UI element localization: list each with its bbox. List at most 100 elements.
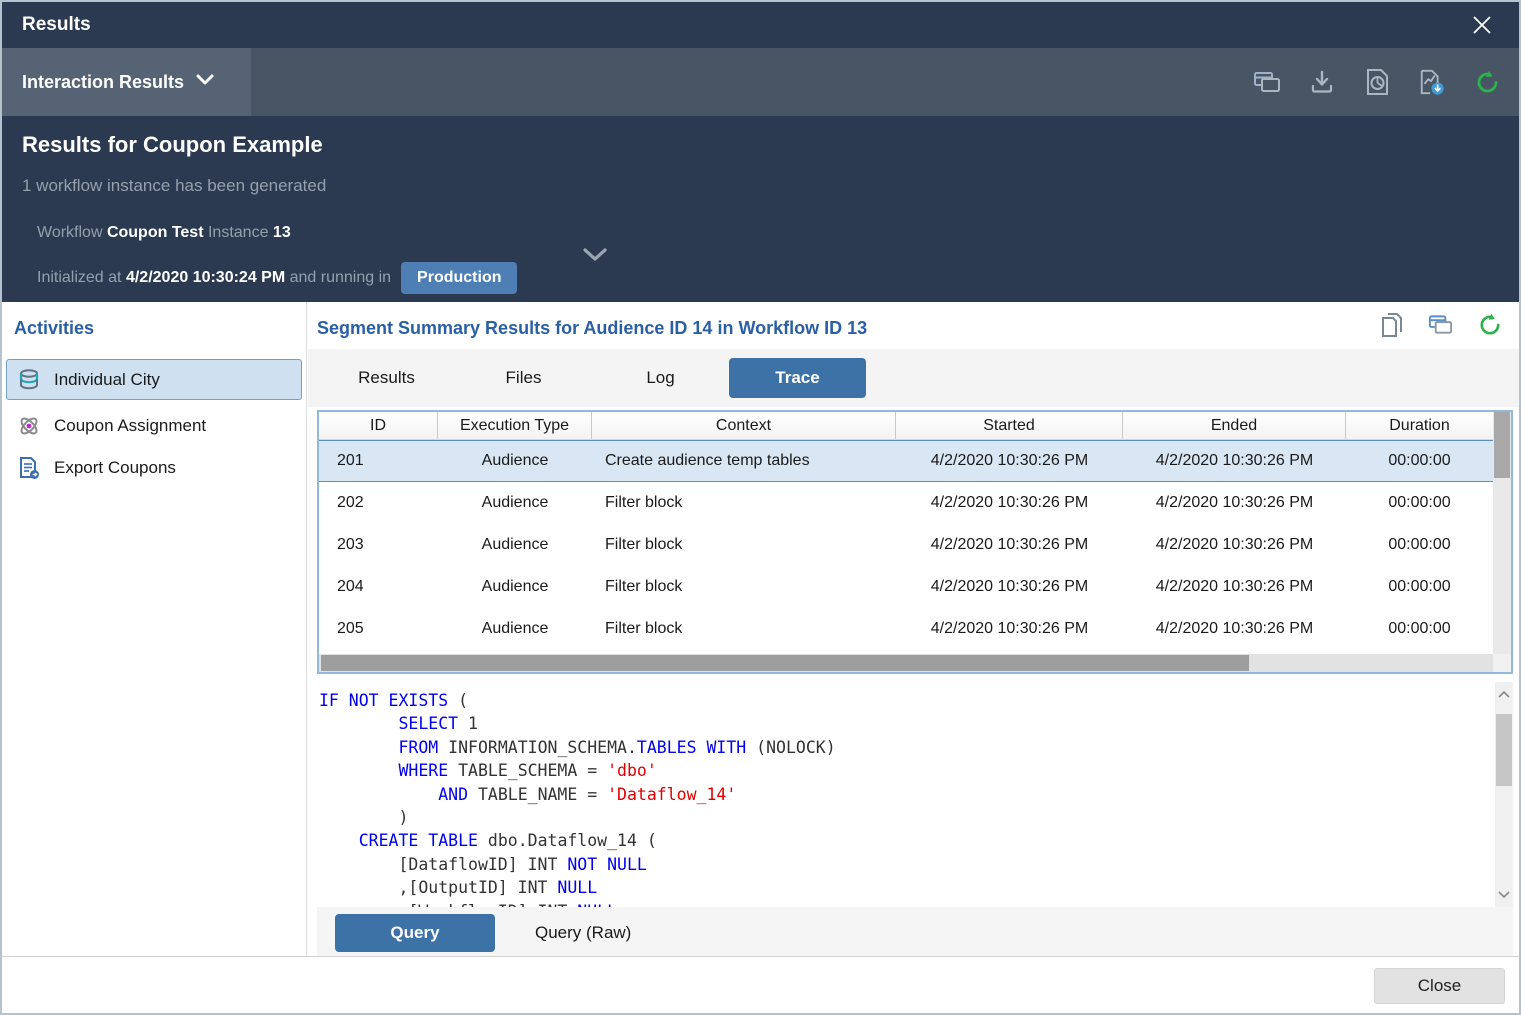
cell-duration: 00:00:00 bbox=[1346, 608, 1493, 650]
table-row[interactable]: 203AudienceFilter block4/2/2020 10:30:26… bbox=[319, 524, 1493, 566]
refresh-icon[interactable] bbox=[1477, 312, 1503, 338]
sidebar-item-coupon-assignment[interactable]: Coupon Assignment bbox=[6, 405, 302, 446]
panel-icon-group bbox=[1379, 312, 1503, 338]
scrollbar-thumb[interactable] bbox=[1496, 714, 1512, 786]
running-label: and running in bbox=[290, 269, 391, 287]
column-header[interactable]: Ended bbox=[1123, 412, 1346, 439]
column-header[interactable]: Execution Type bbox=[438, 412, 592, 439]
sql-line: [DataflowID] INT NOT NULL bbox=[319, 853, 1495, 876]
segment-summary-title: Segment Summary Results for Audience ID … bbox=[317, 318, 867, 339]
dialog-body: Activities Individual City Coupon Assign… bbox=[2, 302, 1519, 956]
result-tabs: ResultsFilesLogTrace bbox=[308, 349, 1519, 407]
report-document-icon[interactable] bbox=[1363, 68, 1391, 96]
cascade-windows-icon[interactable] bbox=[1428, 312, 1454, 338]
cell-started: 4/2/2020 10:30:26 PM bbox=[896, 608, 1123, 650]
query-tabs: Query Query (Raw) bbox=[317, 907, 1513, 959]
cell-ended: 4/2/2020 10:30:26 PM bbox=[1123, 524, 1346, 566]
cell-execution_type: Audience bbox=[438, 608, 592, 650]
cell-id: 201 bbox=[319, 441, 438, 481]
tab-log[interactable]: Log bbox=[592, 368, 729, 388]
download-icon[interactable] bbox=[1308, 68, 1336, 96]
scrollbar-thumb[interactable] bbox=[321, 655, 1249, 671]
column-header[interactable]: ID bbox=[319, 412, 438, 439]
tab-results[interactable]: Results bbox=[318, 368, 455, 388]
close-button[interactable]: Close bbox=[1374, 968, 1505, 1004]
cascade-windows-icon[interactable] bbox=[1253, 68, 1281, 96]
sidebar-item-export-coupons[interactable]: Export Coupons bbox=[6, 447, 302, 488]
code-vertical-scrollbar[interactable] bbox=[1495, 682, 1513, 907]
scrollbar-corner bbox=[1493, 654, 1511, 672]
results-subtitle: 1 workflow instance has been generated bbox=[22, 176, 326, 196]
cell-execution_type: Audience bbox=[438, 441, 592, 481]
cell-id: 202 bbox=[319, 482, 438, 524]
sql-line: WHERE TABLE_SCHEMA = 'dbo' bbox=[319, 759, 1495, 782]
cell-execution_type: Audience bbox=[438, 524, 592, 566]
activities-sidebar: Activities Individual City Coupon Assign… bbox=[2, 302, 307, 956]
toolbar-icon-group bbox=[1253, 48, 1501, 116]
tab-query[interactable]: Query bbox=[335, 914, 495, 952]
table-row[interactable]: 202AudienceFilter block4/2/2020 10:30:26… bbox=[319, 482, 1493, 524]
dialog-footer: Close bbox=[2, 956, 1519, 1013]
cell-context: Filter block bbox=[592, 566, 896, 608]
sql-line: FROM INFORMATION_SCHEMA.TABLES WITH (NOL… bbox=[319, 736, 1495, 759]
cell-context: Filter block bbox=[592, 482, 896, 524]
activities-title: Activities bbox=[14, 318, 94, 339]
workflow-line: Workflow Coupon Test Instance 13 bbox=[37, 224, 291, 242]
tab-query-raw[interactable]: Query (Raw) bbox=[515, 923, 651, 943]
workflow-name: Coupon Test bbox=[107, 224, 204, 241]
table-row[interactable]: 201AudienceCreate audience temp tables4/… bbox=[319, 440, 1493, 482]
table-row[interactable]: 205AudienceFilter block4/2/2020 10:30:26… bbox=[319, 608, 1493, 650]
tab-trace[interactable]: Trace bbox=[729, 358, 866, 398]
sidebar-item-individual-city[interactable]: Individual City bbox=[6, 359, 302, 400]
results-title: Results for Coupon Example bbox=[22, 132, 323, 158]
instance-label: Instance bbox=[208, 224, 268, 241]
scrollbar-thumb[interactable] bbox=[1494, 412, 1510, 478]
cell-context: Create audience temp tables bbox=[592, 441, 896, 481]
instance-value: 13 bbox=[273, 224, 291, 241]
copy-icon[interactable] bbox=[1379, 312, 1405, 338]
sidebar-item-label: Export Coupons bbox=[54, 458, 176, 478]
cell-id: 205 bbox=[319, 608, 438, 650]
sql-line: ) bbox=[319, 806, 1495, 829]
document-download-icon[interactable] bbox=[1418, 68, 1446, 96]
sql-line: SELECT 1 bbox=[319, 712, 1495, 735]
cell-context: Filter block bbox=[592, 524, 896, 566]
sql-line: ,[WorkflowID] INT NULL bbox=[319, 900, 1495, 907]
sql-code: IF NOT EXISTS ( SELECT 1 FROM INFORMATIO… bbox=[317, 682, 1495, 907]
query-code-panel: IF NOT EXISTS ( SELECT 1 FROM INFORMATIO… bbox=[317, 682, 1513, 907]
table-vertical-scrollbar[interactable] bbox=[1493, 412, 1511, 654]
cell-started: 4/2/2020 10:30:26 PM bbox=[896, 566, 1123, 608]
export-document-icon bbox=[17, 456, 41, 480]
sidebar-item-label: Coupon Assignment bbox=[54, 416, 206, 436]
column-header[interactable]: Context bbox=[592, 412, 896, 439]
table-row[interactable]: 204AudienceFilter block4/2/2020 10:30:26… bbox=[319, 566, 1493, 608]
results-dialog: Results Interaction Results bbox=[0, 0, 1521, 1015]
tab-files[interactable]: Files bbox=[455, 368, 592, 388]
view-selector-label: Interaction Results bbox=[22, 72, 184, 93]
initialized-timestamp: 4/2/2020 10:30:24 PM bbox=[126, 269, 285, 287]
column-header[interactable]: Duration bbox=[1346, 412, 1493, 439]
refresh-icon[interactable] bbox=[1473, 68, 1501, 96]
scroll-up-icon[interactable] bbox=[1495, 684, 1513, 704]
sql-line: AND TABLE_NAME = 'Dataflow_14' bbox=[319, 783, 1495, 806]
sql-line: CREATE TABLE dbo.Dataflow_14 ( bbox=[319, 829, 1495, 852]
cell-context: Filter block bbox=[592, 608, 896, 650]
cell-id: 204 bbox=[319, 566, 438, 608]
cell-ended: 4/2/2020 10:30:26 PM bbox=[1123, 441, 1346, 481]
expand-instance-chevron-down-icon[interactable] bbox=[582, 247, 608, 268]
cell-execution_type: Audience bbox=[438, 482, 592, 524]
cell-duration: 00:00:00 bbox=[1346, 524, 1493, 566]
cell-started: 4/2/2020 10:30:26 PM bbox=[896, 482, 1123, 524]
environment-badge[interactable]: Production bbox=[401, 262, 517, 294]
cell-duration: 00:00:00 bbox=[1346, 441, 1493, 481]
cell-started: 4/2/2020 10:30:26 PM bbox=[896, 441, 1123, 481]
cell-ended: 4/2/2020 10:30:26 PM bbox=[1123, 482, 1346, 524]
table-horizontal-scrollbar[interactable] bbox=[319, 654, 1493, 672]
cell-duration: 00:00:00 bbox=[1346, 566, 1493, 608]
column-header[interactable]: Started bbox=[896, 412, 1123, 439]
database-icon bbox=[17, 368, 41, 392]
title-bar: Results bbox=[2, 2, 1519, 48]
scroll-down-icon[interactable] bbox=[1495, 885, 1513, 905]
close-icon[interactable] bbox=[1469, 12, 1495, 38]
interaction-results-dropdown[interactable]: Interaction Results bbox=[2, 48, 251, 116]
